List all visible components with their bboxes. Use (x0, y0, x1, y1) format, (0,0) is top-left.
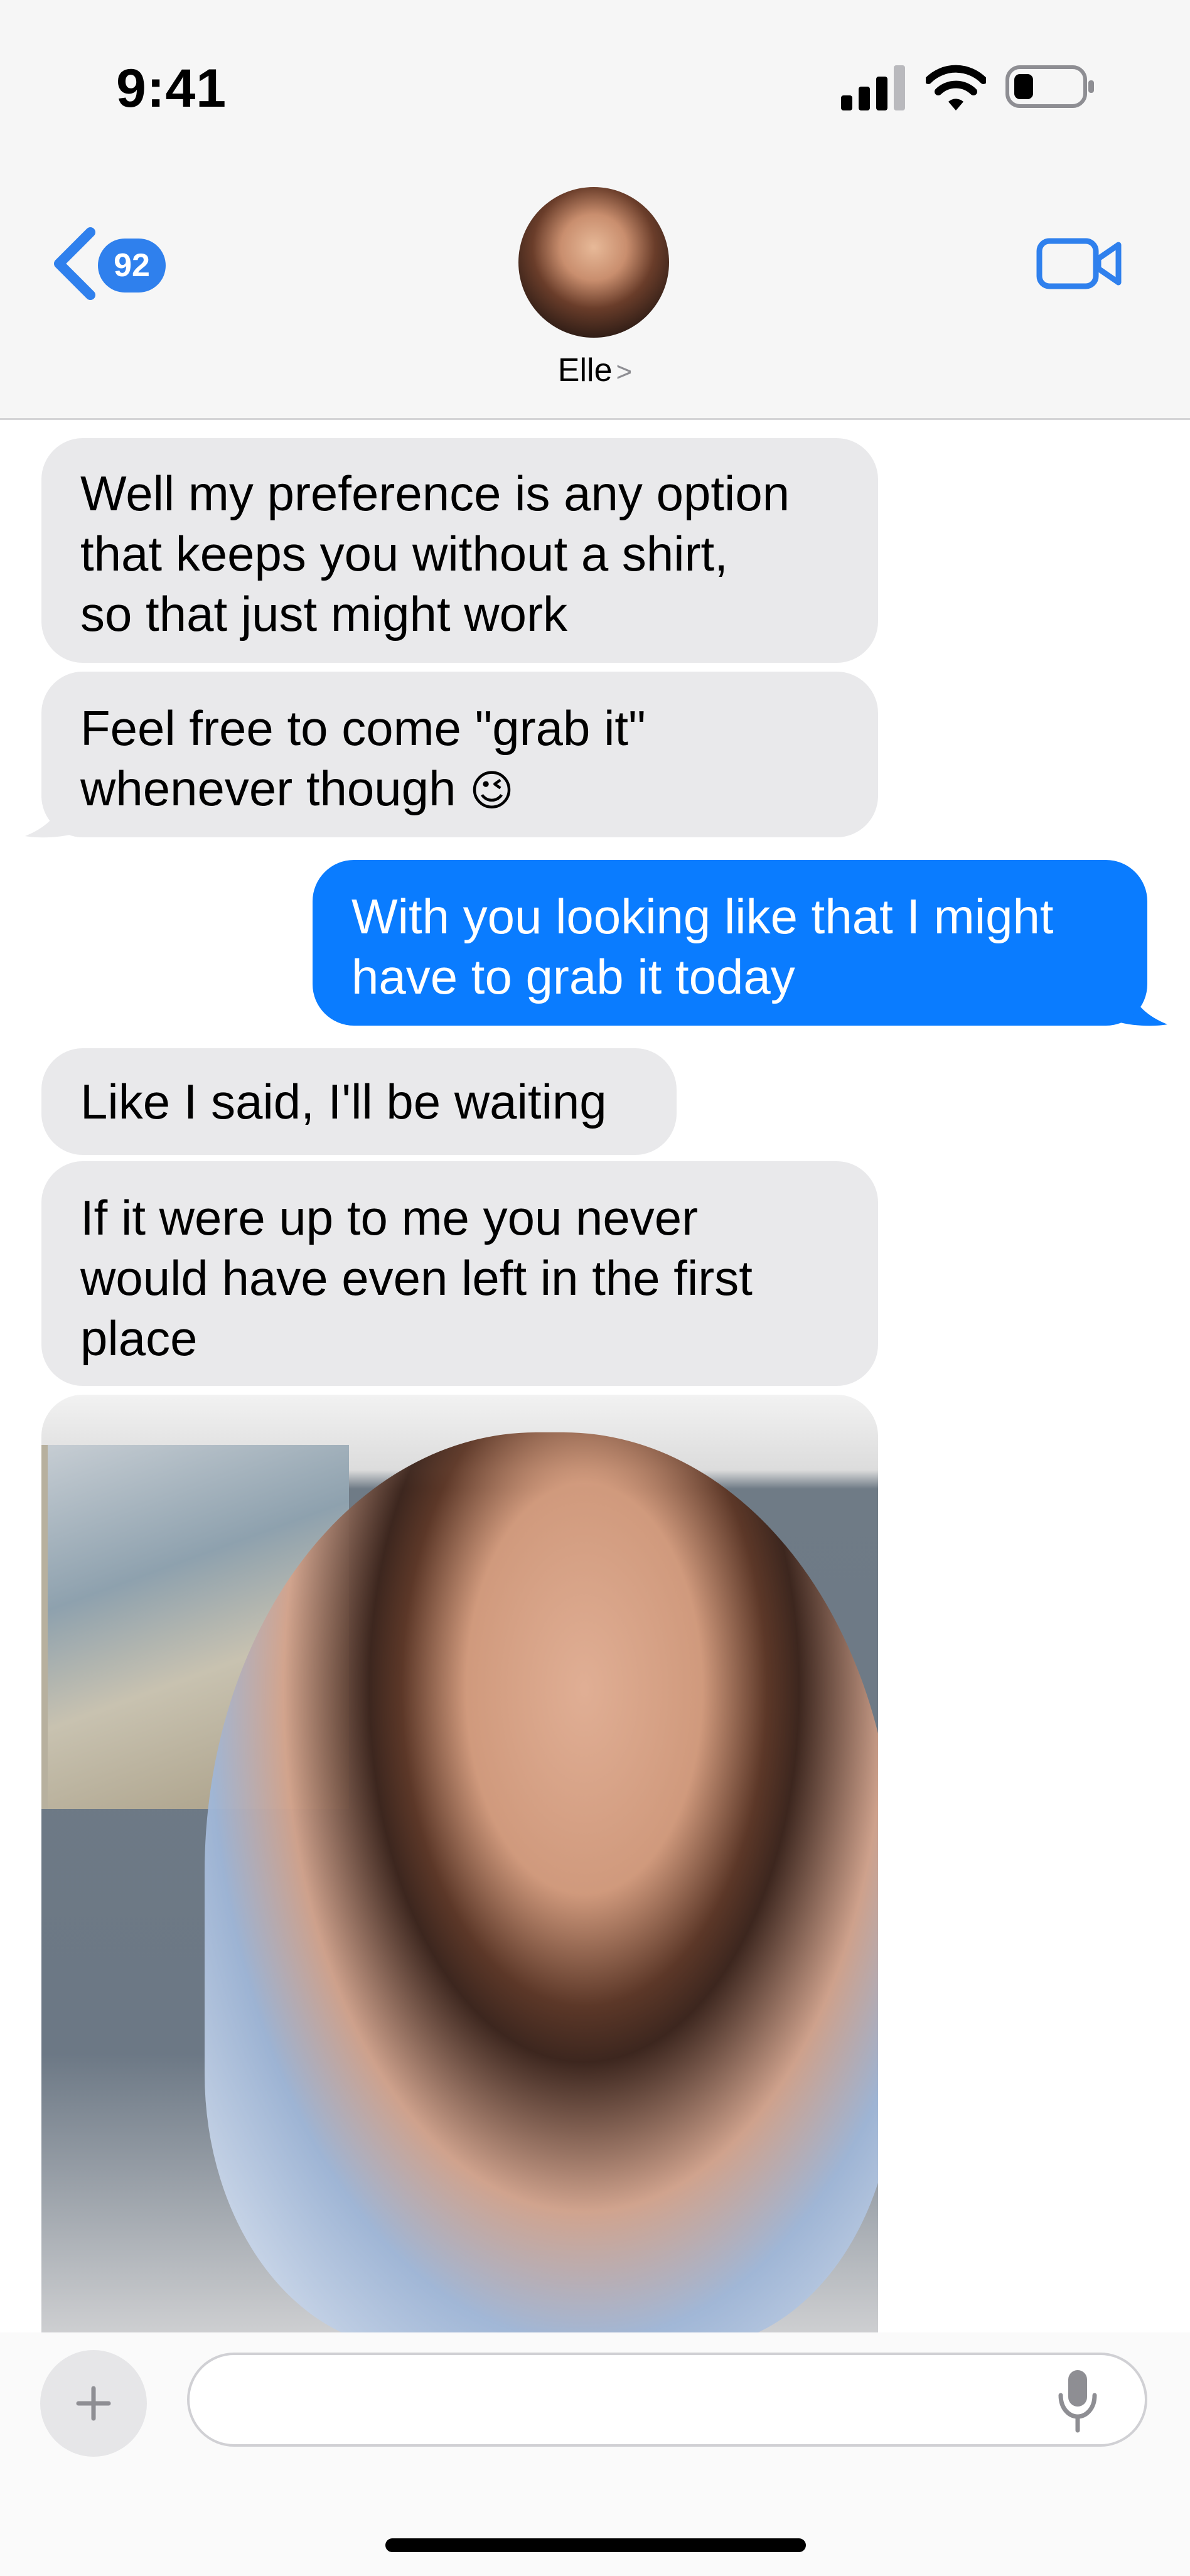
video-call-icon[interactable] (1036, 233, 1123, 294)
status-time: 9:41 (116, 58, 227, 119)
message-bubble-incoming[interactable]: Feel free to come "grab it" whenever tho… (41, 672, 878, 837)
message-line: whenever though 😉 (80, 758, 839, 821)
cellular-signal-icon (841, 65, 905, 110)
wifi-icon (926, 65, 986, 110)
message-line: Like I said, I'll be waiting (80, 1074, 607, 1129)
contact-chevron-icon[interactable]: > (616, 357, 633, 387)
message-line: place (80, 1311, 198, 1366)
contact-name-label[interactable]: Elle (558, 352, 613, 389)
message-bubble-incoming[interactable]: If it were up to me you never would have… (41, 1161, 878, 1386)
photo-subject (205, 1432, 878, 2336)
message-bubble-incoming[interactable]: Well my preference is any option that ke… (41, 438, 878, 663)
microphone-icon[interactable] (1056, 2368, 1100, 2433)
message-line: Feel free to come "grab it" (80, 700, 646, 756)
plus-icon (76, 2386, 111, 2421)
unread-count-badge[interactable]: 92 (98, 239, 166, 292)
message-line: so that just might work (80, 586, 567, 641)
home-indicator[interactable] (385, 2538, 806, 2552)
message-line: have to grab it today (351, 949, 795, 1004)
message-input[interactable] (187, 2353, 1147, 2447)
message-bubble-incoming[interactable]: Like I said, I'll be waiting (41, 1048, 677, 1155)
avatar[interactable] (518, 187, 669, 338)
battery-icon (1005, 65, 1094, 108)
message-line: With you looking like that I might (351, 889, 1054, 944)
wink-emoji: 😉 (469, 767, 515, 815)
add-attachment-button[interactable] (40, 2350, 147, 2457)
message-bubble-outgoing[interactable]: With you looking like that I might have … (313, 860, 1147, 1026)
message-line: Well my preference is any option (80, 466, 790, 521)
message-line: would have even left in the first (80, 1250, 753, 1306)
message-line: If it were up to me you never (80, 1190, 699, 1245)
message-line: that keeps you without a shirt, (80, 526, 728, 581)
photo-attachment[interactable] (41, 1395, 878, 2336)
contact-name[interactable]: Elle > (0, 352, 1190, 389)
message-line-text: whenever though (80, 761, 456, 816)
